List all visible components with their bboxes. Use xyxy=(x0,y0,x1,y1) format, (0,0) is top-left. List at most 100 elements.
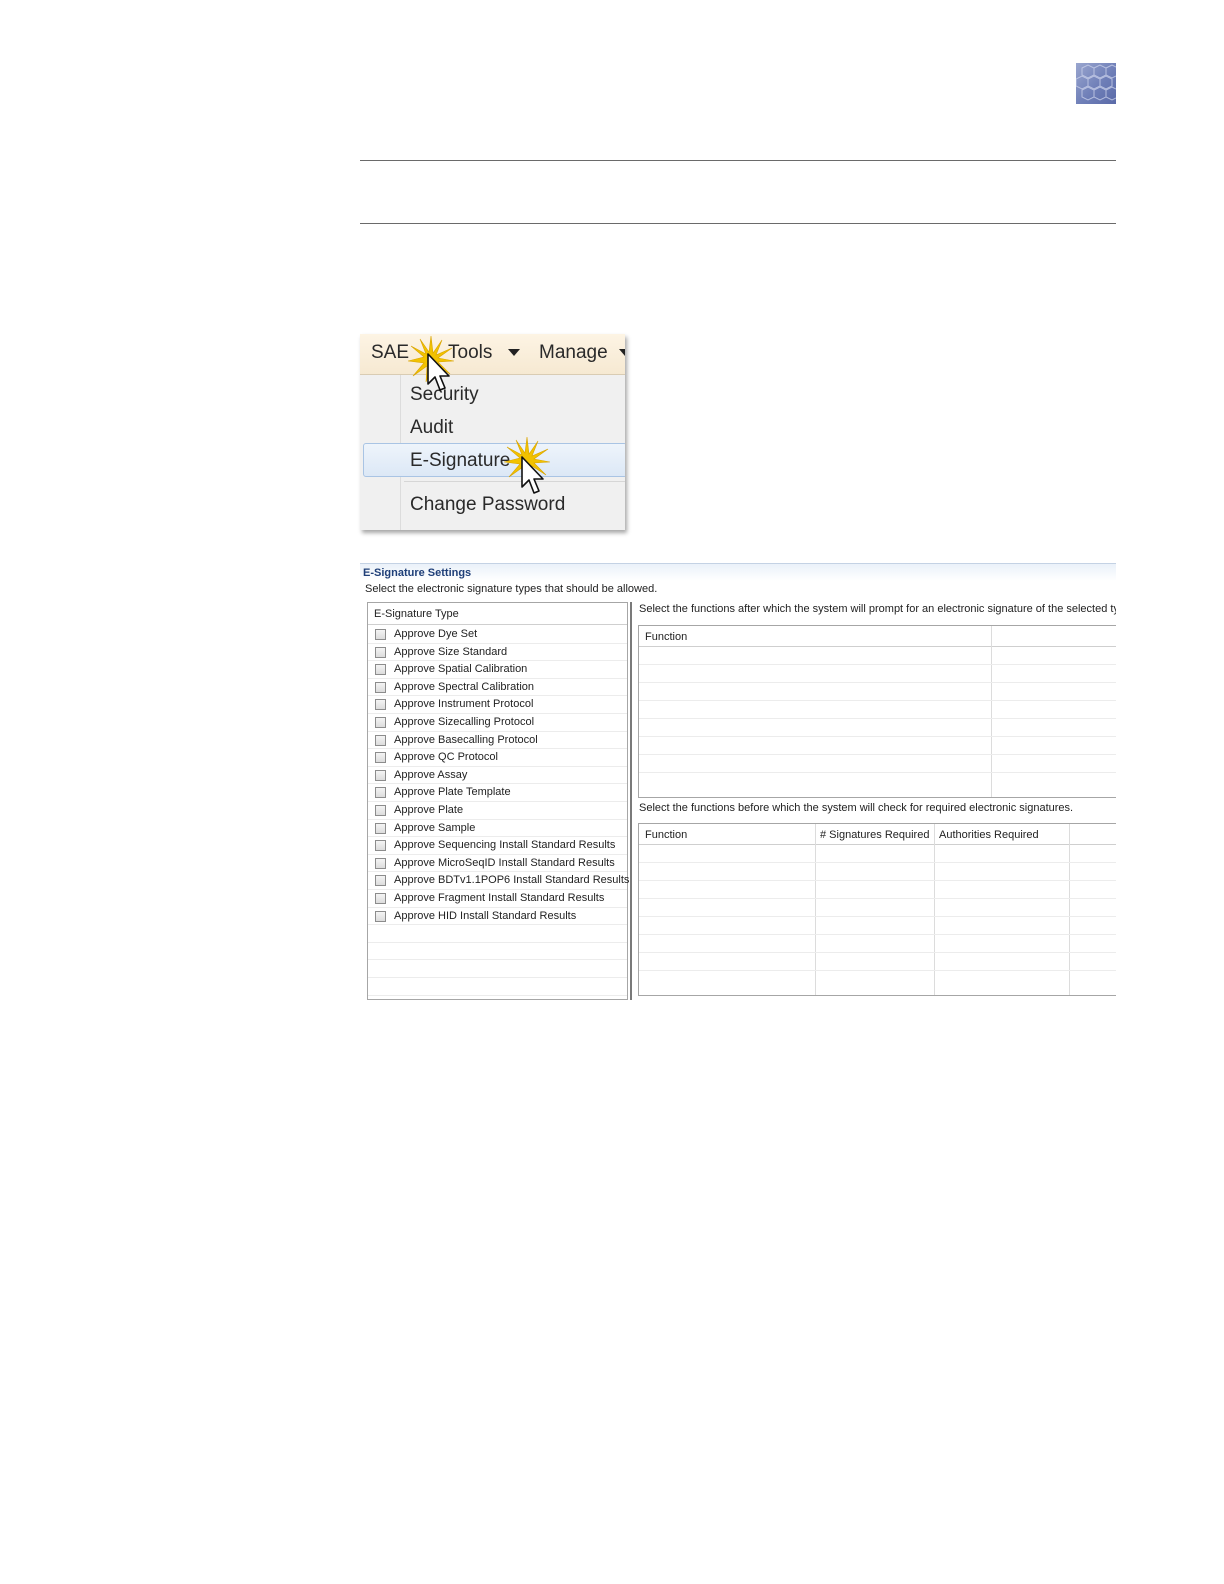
type-row[interactable]: Approve BDTv1.1POP6 Install Standard Res… xyxy=(368,871,630,890)
header-rule-top xyxy=(360,160,1116,161)
row-divider xyxy=(639,862,1116,863)
type-row[interactable]: Approve Instrument Protocol xyxy=(368,695,627,714)
e-signature-type-list: E-Signature Type Approve Dye Set Approve … xyxy=(367,602,630,1000)
check-caption: Select the functions before which the sy… xyxy=(639,802,1074,814)
type-label: Approve HID Install Standard Results xyxy=(394,909,577,922)
type-checkbox[interactable] xyxy=(375,717,386,728)
type-row[interactable]: Approve Spectral Calibration xyxy=(368,678,627,697)
type-row[interactable]: Approve Basecalling Protocol xyxy=(368,731,627,750)
row-divider xyxy=(639,718,1116,719)
type-label: Approve Plate xyxy=(394,804,464,816)
type-checkbox[interactable] xyxy=(375,752,386,764)
type-checkbox[interactable] xyxy=(375,787,386,799)
type-label: Approve QC Protocol xyxy=(394,751,498,764)
empty-row xyxy=(368,977,627,996)
menu-item-e-signature[interactable]: E-Signature xyxy=(410,450,510,472)
type-label: Approve Assay xyxy=(394,768,468,781)
type-checkbox[interactable] xyxy=(375,893,386,904)
type-row[interactable]: Approve Sequencing Install Standard Resu… xyxy=(368,836,627,855)
row-divider xyxy=(639,880,1116,881)
row-divider xyxy=(639,898,1116,899)
type-checkbox[interactable] xyxy=(375,805,386,816)
type-row[interactable]: Approve HID Install Standard Results xyxy=(368,907,627,926)
type-row[interactable]: Approve Assay xyxy=(368,766,627,785)
type-checkbox[interactable] xyxy=(375,769,386,781)
type-list-header: E-Signature Type xyxy=(368,603,627,625)
row-divider xyxy=(639,664,1116,665)
type-checkbox[interactable] xyxy=(375,664,386,676)
type-checkbox[interactable] xyxy=(375,857,386,869)
menu-sae[interactable]: SAE xyxy=(371,342,409,364)
empty-row xyxy=(368,942,627,961)
type-label: Approve Instrument Protocol xyxy=(394,698,534,711)
row-divider xyxy=(639,916,1116,917)
row-divider xyxy=(639,772,1116,773)
row-divider xyxy=(639,682,1116,683)
type-checkbox[interactable] xyxy=(375,822,386,834)
check-col-authorities-required: Authorities Required xyxy=(939,829,1039,841)
type-row[interactable]: Approve Plate Template xyxy=(368,783,627,802)
type-label: Approve Fragment Install Standard Result… xyxy=(394,892,605,904)
type-label: Approve Sample xyxy=(394,821,476,834)
type-label: Approve Dye Set xyxy=(394,628,478,640)
check-col-signatures-required: # Signatures Required xyxy=(820,829,930,841)
menu-item-audit[interactable]: Audit xyxy=(410,417,453,439)
type-row[interactable]: Approve Size Standard xyxy=(368,643,627,662)
type-checkbox[interactable] xyxy=(375,910,386,922)
type-row[interactable]: Approve Fragment Install Standard Result… xyxy=(368,889,627,908)
type-rows: Approve Dye Set Approve Size Standard Appr… xyxy=(368,625,630,999)
type-row[interactable]: Approve Sample xyxy=(368,819,627,838)
type-label: Approve Sizecalling Protocol xyxy=(394,716,535,728)
prompt-table-header: Function xyxy=(639,626,1116,647)
menu-tools[interactable]: Tools xyxy=(448,342,492,364)
type-row[interactable]: Approve QC Protocol xyxy=(368,748,627,767)
type-row[interactable]: Approve MicroSeqID Install Standard Resu… xyxy=(368,854,627,873)
type-label: Approve Basecalling Protocol xyxy=(394,733,538,746)
row-divider xyxy=(639,736,1116,737)
row-divider xyxy=(639,952,1116,953)
type-label: Approve Spatial Calibration xyxy=(394,663,528,676)
type-row[interactable]: Approve Spatial Calibration xyxy=(368,660,627,679)
type-checkbox[interactable] xyxy=(375,734,386,746)
settings-header-bar: E-Signature Settings xyxy=(360,563,1116,581)
type-checkbox[interactable] xyxy=(375,840,386,852)
row-divider xyxy=(639,970,1116,971)
tools-dropdown: Security Audit E-Signature Change Passwo… xyxy=(360,375,625,530)
check-table-header: Function # Signatures Required Authoriti… xyxy=(639,824,1116,845)
settings-subtitle: Select the electronic signature types th… xyxy=(365,583,658,595)
type-label: Approve Plate Template xyxy=(394,786,511,799)
row-divider xyxy=(639,754,1116,755)
prompt-caption: Select the functions after which the sys… xyxy=(639,603,1116,615)
type-checkbox[interactable] xyxy=(375,681,386,693)
type-label: Approve Size Standard xyxy=(394,645,508,658)
manage-dropdown-arrow-icon[interactable] xyxy=(619,349,625,356)
empty-row xyxy=(368,924,627,943)
type-row[interactable]: Approve Sizecalling Protocol xyxy=(368,713,627,732)
type-row[interactable]: Approve Dye Set xyxy=(368,625,627,644)
settings-title: E-Signature Settings xyxy=(363,567,472,579)
panel-splitter[interactable] xyxy=(630,602,632,1000)
prompt-functions-table: Function xyxy=(638,625,1116,798)
empty-row xyxy=(368,959,627,978)
type-checkbox[interactable] xyxy=(375,646,386,658)
tools-dropdown-arrow-icon[interactable] xyxy=(508,349,520,356)
mouse-pointer-icon xyxy=(521,456,544,494)
type-label: Approve BDTv1.1POP6 Install Standard Res… xyxy=(394,874,630,887)
type-checkbox[interactable] xyxy=(375,629,386,640)
type-label: Approve MicroSeqID Install Standard Resu… xyxy=(394,856,615,869)
check-functions-table: Function # Signatures Required Authoriti… xyxy=(638,823,1116,996)
row-divider xyxy=(639,934,1116,935)
type-label: Approve Spectral Calibration xyxy=(394,680,535,693)
type-checkbox[interactable] xyxy=(375,875,386,887)
type-label: Approve Sequencing Install Standard Resu… xyxy=(394,839,616,852)
brand-hex-logo xyxy=(1075,63,1119,104)
menu-bar: SAE Tools Manage xyxy=(360,334,625,375)
type-column-header: E-Signature Type xyxy=(374,608,459,620)
type-row[interactable]: Approve Plate xyxy=(368,801,627,820)
row-divider xyxy=(639,700,1116,701)
type-checkbox[interactable] xyxy=(375,699,386,711)
menu-manage[interactable]: Manage xyxy=(539,342,608,364)
mouse-pointer-icon xyxy=(427,353,450,391)
check-col-function: Function xyxy=(645,829,688,841)
e-signature-settings-panel: E-Signature Settings Select the electron… xyxy=(360,563,1116,1000)
